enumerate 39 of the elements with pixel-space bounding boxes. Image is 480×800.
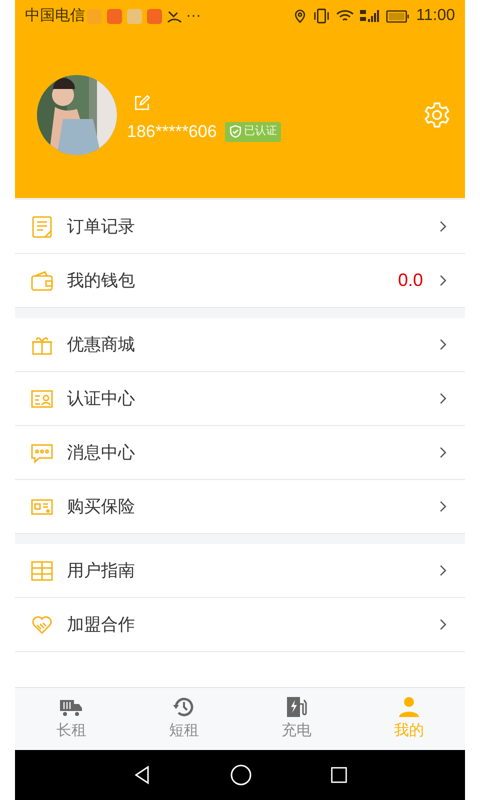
- recent-apps-icon[interactable]: [330, 766, 348, 784]
- menu-item[interactable]: 消息中心: [15, 426, 465, 480]
- missed-call-icon: [167, 8, 182, 24]
- battery-icon: [386, 10, 410, 22]
- book-icon: [30, 558, 54, 582]
- charging-station-icon: [284, 695, 308, 720]
- chevron-right-icon: [439, 446, 447, 459]
- notification-icon: [127, 8, 142, 24]
- chevron-right-icon: [439, 392, 447, 405]
- wallet-balance: 0.0: [398, 269, 423, 292]
- home-icon[interactable]: [230, 764, 252, 786]
- notification-icon: [147, 8, 162, 24]
- location-icon: [293, 8, 308, 24]
- wallet-icon: [30, 268, 54, 292]
- back-icon[interactable]: [132, 765, 152, 785]
- signal-icon: [360, 9, 380, 23]
- menu-item[interactable]: 优惠商城: [15, 318, 465, 372]
- clock-time: 11:00: [416, 6, 455, 26]
- verified-badge: 已认证: [224, 122, 281, 142]
- document-icon: [30, 214, 54, 238]
- chevron-right-icon: [439, 338, 447, 351]
- notification-icon: [107, 8, 122, 24]
- wifi-icon: [336, 9, 354, 23]
- chevron-right-icon: [439, 274, 447, 287]
- person-icon: [396, 695, 421, 720]
- menu-item[interactable]: 加盟合作: [15, 598, 465, 652]
- more-indicator: ···: [186, 6, 201, 26]
- chevron-right-icon: [439, 618, 447, 631]
- vibrate-icon: [313, 8, 330, 24]
- chevron-right-icon: [439, 500, 447, 513]
- shield-check-icon: [228, 125, 242, 138]
- carrier-name: 中国电信: [25, 6, 85, 26]
- menu-item[interactable]: 订单记录: [15, 200, 465, 254]
- chevron-right-icon: [439, 220, 447, 233]
- menu-item[interactable]: 用户指南: [15, 544, 465, 598]
- notification-icon: [87, 8, 102, 24]
- chevron-right-icon: [439, 564, 447, 577]
- menu-item[interactable]: 认证中心: [15, 372, 465, 426]
- phone-number: 186*****606: [127, 120, 217, 143]
